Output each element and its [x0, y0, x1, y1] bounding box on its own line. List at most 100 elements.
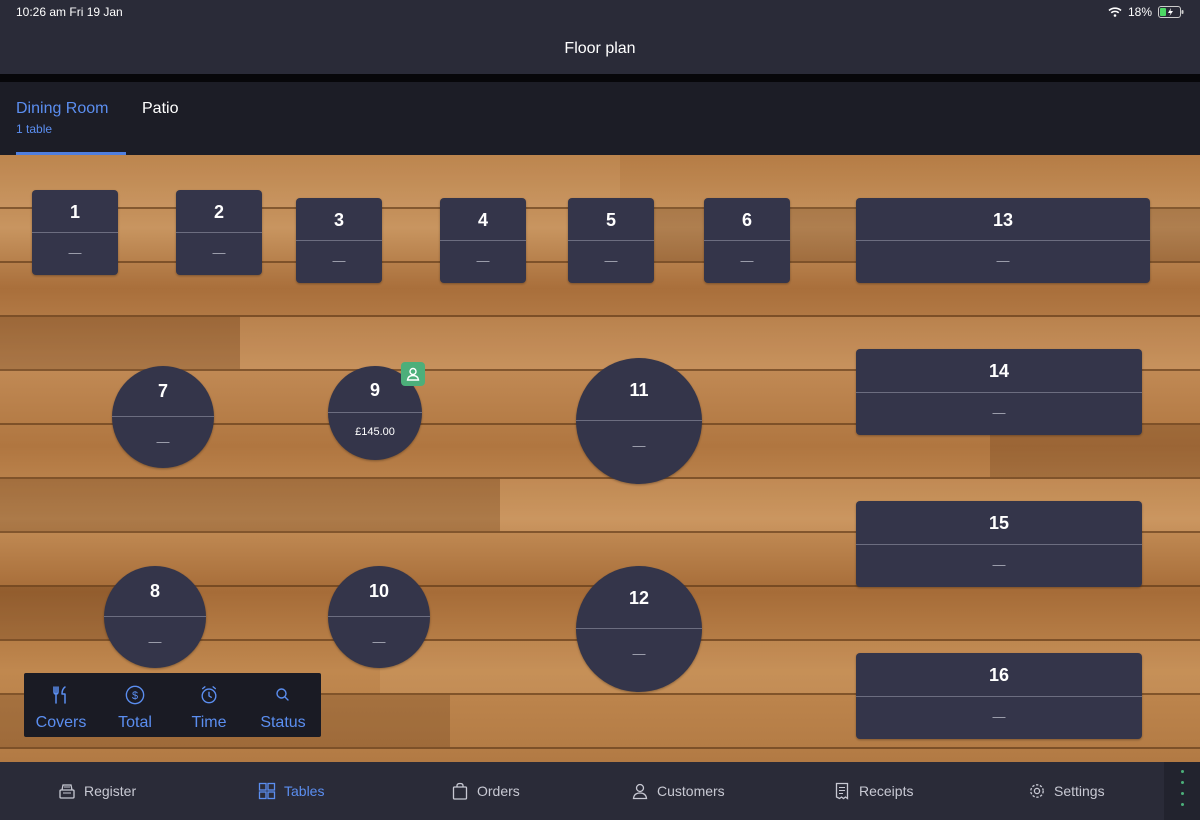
svg-text:$: $ [132, 690, 138, 702]
table-12[interactable]: 12 — [576, 566, 702, 692]
nav-tables[interactable]: Tables [258, 762, 324, 820]
table-divider [32, 232, 118, 233]
table-divider [296, 240, 382, 241]
table-divider [856, 392, 1142, 393]
table-divider [112, 416, 214, 417]
table-number: 15 [988, 513, 1010, 533]
more-dot [1181, 781, 1184, 784]
nav-label: Receipts [859, 783, 914, 799]
table-value: — [148, 634, 162, 649]
dollar-icon: $ [125, 685, 145, 705]
table-divider [104, 616, 206, 617]
table-value: — [740, 253, 754, 268]
table-value: — [632, 438, 646, 453]
more-dot [1181, 803, 1184, 806]
table-4[interactable]: 4 — [440, 198, 526, 283]
nav-register[interactable]: Register [58, 762, 136, 820]
floor-plank [0, 317, 240, 369]
tab-sublabel: 1 table [16, 122, 53, 136]
gear-icon [1030, 784, 1044, 798]
covers-label: Covers [35, 714, 87, 731]
nav-label: Customers [657, 783, 725, 799]
total-toggle[interactable]: $ Total [98, 685, 172, 732]
covers-toggle[interactable]: Covers [24, 685, 98, 732]
table-number: 11 [629, 380, 649, 400]
table-number: 5 [605, 210, 616, 230]
table-value: — [212, 245, 226, 260]
table-3[interactable]: 3 — [296, 198, 382, 283]
table-14[interactable]: 14 — [856, 349, 1142, 435]
nav-settings[interactable]: Settings [1028, 762, 1105, 820]
table-5[interactable]: 5 — [568, 198, 654, 283]
tables-icon [258, 782, 276, 800]
table-value: — [604, 253, 618, 268]
table-value: — [992, 557, 1006, 572]
tab-label: Dining Room [16, 100, 109, 117]
tab-label: Patio [142, 100, 179, 117]
table-10[interactable]: 10 — [328, 566, 430, 668]
table-7[interactable]: 7 — [112, 366, 214, 468]
more-handle[interactable] [1164, 762, 1200, 820]
table-divider [856, 240, 1150, 241]
header-divider [0, 74, 1200, 82]
cutlery-icon [53, 686, 66, 704]
time-toggle[interactable]: Time [172, 685, 246, 732]
table-8[interactable]: 8 — [104, 566, 206, 668]
table-number: 3 [333, 210, 344, 230]
table-number: 6 [741, 210, 752, 230]
table-2[interactable]: 2 — [176, 190, 262, 275]
table-value: — [332, 253, 346, 268]
total-label: Total [118, 714, 152, 731]
nav-label: Orders [477, 783, 520, 799]
table-divider [704, 240, 790, 241]
table-value: — [992, 405, 1006, 420]
status-toggle[interactable]: Status [246, 685, 320, 732]
table-11[interactable]: 11 — [576, 358, 702, 484]
occupied-badge [401, 362, 425, 386]
nav-orders[interactable]: Orders [451, 762, 520, 820]
table-number: 4 [477, 210, 488, 230]
table-divider [440, 240, 526, 241]
page-title: Floor plan [564, 40, 636, 57]
search-icon [276, 688, 289, 701]
time-label: Time [191, 714, 227, 731]
table-divider [176, 232, 262, 233]
room-tabs: Dining Room 1 table Patio [0, 82, 1200, 155]
table-value: — [992, 709, 1006, 724]
receipt-icon [835, 782, 849, 800]
table-number: 14 [988, 361, 1010, 381]
bottom-nav: Register Tables Orders Customers Receipt… [0, 762, 1200, 820]
table-number: 7 [157, 381, 168, 401]
table-13[interactable]: 13 — [856, 198, 1150, 283]
view-toggle-bar: Covers $ Total Time Status [24, 673, 321, 737]
nav-label: Settings [1054, 783, 1105, 799]
table-number: 16 [988, 665, 1010, 685]
nav-receipts[interactable]: Receipts [833, 762, 913, 820]
table-15[interactable]: 15 — [856, 501, 1142, 587]
bag-icon [452, 782, 468, 800]
battery-icon [1158, 6, 1184, 18]
floor-plank [0, 479, 500, 531]
wifi-icon [1108, 7, 1122, 17]
person-icon [406, 367, 420, 381]
title-bar: Floor plan [0, 24, 1200, 74]
more-dot [1181, 792, 1184, 795]
table-value: — [68, 245, 82, 260]
table-6[interactable]: 6 — [704, 198, 790, 283]
table-1[interactable]: 1 — [32, 190, 118, 275]
register-icon [59, 784, 75, 799]
table-value: — [632, 646, 646, 661]
table-divider [856, 696, 1142, 697]
status-right: 18% [1108, 5, 1184, 19]
clock-icon [201, 686, 217, 704]
status-time: 10:26 am Fri 19 Jan [16, 5, 123, 19]
status-label: Status [260, 714, 306, 731]
tab-patio[interactable]: Patio [142, 100, 178, 118]
person-icon [632, 783, 648, 800]
nav-customers[interactable]: Customers [631, 762, 725, 820]
table-total: £145.00 [355, 426, 395, 438]
table-number: 2 [213, 202, 224, 222]
table-number: 1 [69, 202, 80, 222]
table-16[interactable]: 16 — [856, 653, 1142, 739]
tab-dining-room[interactable]: Dining Room 1 table [16, 100, 108, 136]
